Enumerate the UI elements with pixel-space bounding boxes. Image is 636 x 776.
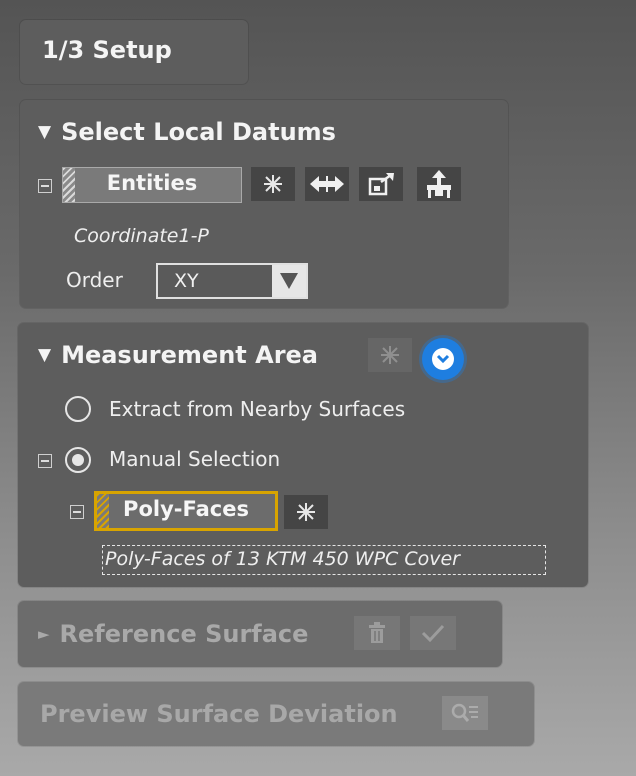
clear-selection-button[interactable] bbox=[251, 167, 295, 201]
order-value: XY bbox=[174, 270, 199, 292]
hatch-marker bbox=[63, 168, 75, 202]
chevron-down-icon[interactable] bbox=[272, 265, 306, 297]
flip-direction-icon bbox=[310, 176, 344, 192]
entities-collapse-toggle[interactable] bbox=[38, 179, 52, 193]
reference-surface-panel: ► Reference Surface bbox=[18, 601, 502, 667]
reference-delete-button[interactable] bbox=[354, 616, 400, 650]
measurement-area-panel: ▼ Measurement Area Extract from Nearby Su… bbox=[18, 323, 588, 587]
expand-triangle-icon: ► bbox=[38, 625, 50, 643]
preview-icon bbox=[451, 703, 478, 722]
polyfaces-collapse-toggle[interactable] bbox=[70, 505, 84, 519]
measurement-area-heading[interactable]: ▼ Measurement Area bbox=[38, 341, 318, 369]
order-dropdown[interactable]: XY bbox=[156, 263, 308, 299]
polyfaces-button[interactable]: Poly-Faces bbox=[94, 491, 278, 531]
clear-selection-icon bbox=[297, 503, 315, 521]
setup-header: 1/3 Setup bbox=[20, 20, 248, 84]
measurement-options-button[interactable] bbox=[422, 338, 464, 380]
preview-deviation-panel[interactable]: Preview Surface Deviation bbox=[18, 682, 534, 746]
reference-surface-title: Reference Surface bbox=[59, 620, 309, 648]
clear-selection-icon bbox=[381, 346, 399, 364]
trash-icon bbox=[369, 622, 385, 643]
preview-deviation-button[interactable] bbox=[442, 696, 488, 730]
manual-selection-collapse-toggle[interactable] bbox=[38, 454, 52, 468]
polyfaces-clear-button[interactable] bbox=[284, 495, 328, 529]
preview-deviation-title: Preview Surface Deviation bbox=[40, 700, 398, 728]
local-datums-panel: ▼ Select Local Datums Entities Coordinat… bbox=[20, 100, 508, 308]
extract-nearby-label[interactable]: Extract from Nearby Surfaces bbox=[109, 397, 405, 421]
measurement-area-title: Measurement Area bbox=[61, 341, 318, 369]
hatch-marker bbox=[97, 494, 109, 528]
collapse-triangle-icon: ▼ bbox=[38, 345, 52, 365]
export-button[interactable] bbox=[359, 167, 403, 201]
flip-direction-button[interactable] bbox=[305, 167, 349, 201]
measurement-clear-button[interactable] bbox=[368, 338, 412, 372]
place-datum-icon bbox=[427, 170, 451, 198]
entities-button-label: Entities bbox=[106, 171, 198, 195]
polyfaces-button-label: Poly-Faces bbox=[123, 497, 249, 521]
checkmark-icon bbox=[421, 624, 445, 643]
reference-confirm-button[interactable] bbox=[410, 616, 456, 650]
polyfaces-selection-value: Poly-Faces of 13 KTM 450 WPC Cover bbox=[105, 548, 460, 570]
setup-title: 1/3 Setup bbox=[42, 36, 172, 64]
extract-nearby-radio[interactable] bbox=[65, 396, 91, 422]
local-datums-title: Select Local Datums bbox=[61, 118, 336, 146]
order-label: Order bbox=[66, 268, 123, 292]
reference-surface-heading[interactable]: ► Reference Surface bbox=[38, 620, 308, 648]
polyfaces-selection-field[interactable]: Poly-Faces of 13 KTM 450 WPC Cover bbox=[102, 545, 546, 575]
entities-button[interactable]: Entities bbox=[62, 167, 242, 203]
clear-selection-icon bbox=[264, 175, 282, 193]
selected-datum-entity: Coordinate1-P bbox=[74, 225, 209, 247]
manual-selection-label[interactable]: Manual Selection bbox=[109, 447, 280, 471]
collapse-triangle-icon: ▼ bbox=[38, 122, 52, 142]
export-icon bbox=[368, 173, 394, 196]
manual-selection-radio[interactable] bbox=[65, 447, 91, 473]
collapse-chevron-icon bbox=[436, 354, 450, 364]
place-datum-button[interactable] bbox=[417, 167, 461, 201]
local-datums-heading[interactable]: ▼ Select Local Datums bbox=[38, 118, 336, 146]
